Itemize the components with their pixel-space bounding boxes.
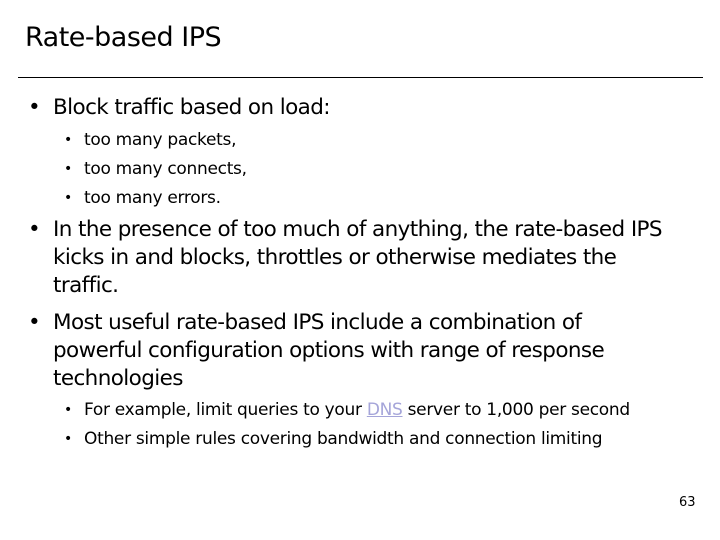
bullet-text: In the presence of too much of anything,… xyxy=(53,217,663,298)
sub-bullet-packets: • too many packets, xyxy=(64,130,236,151)
bullet-icon: • xyxy=(28,217,41,242)
sub-bullet-text: Other simple rules covering bandwidth an… xyxy=(84,429,603,449)
example-text-before: For example, limit queries to your xyxy=(84,400,367,420)
bullet-icon: • xyxy=(28,310,41,335)
bullet-icon: • xyxy=(28,95,41,120)
bullet-icon: • xyxy=(64,190,72,206)
slide-title: Rate-based IPS xyxy=(25,22,222,53)
bullet-icon: • xyxy=(64,402,72,418)
dns-link[interactable]: DNS xyxy=(367,400,403,420)
sub-bullet-example: • For example, limit queries to your DNS… xyxy=(64,400,630,421)
sub-bullet-text: too many packets, xyxy=(84,130,237,150)
bullet-block-traffic: • Block traffic based on load: xyxy=(28,94,331,122)
bullet-text: Block traffic based on load: xyxy=(53,95,331,120)
example-text-after: server to 1,000 per second xyxy=(402,400,631,420)
sub-bullet-other-rules: • Other simple rules covering bandwidth … xyxy=(64,429,603,450)
sub-bullet-text: too many errors. xyxy=(84,188,221,208)
sub-bullet-errors: • too many errors. xyxy=(64,188,221,209)
bullet-icon: • xyxy=(64,161,72,177)
sub-bullet-connects: • too many connects, xyxy=(64,159,247,180)
sub-bullet-text: For example, limit queries to your DNS s… xyxy=(84,400,630,421)
bullet-icon: • xyxy=(64,431,72,447)
page-number: 63 xyxy=(679,495,696,510)
bullet-presence: • In the presence of too much of anythin… xyxy=(28,216,663,300)
sub-bullet-text: too many connects, xyxy=(84,159,247,179)
bullet-text: Most useful rate-based IPS include a com… xyxy=(53,310,605,391)
title-divider xyxy=(18,77,703,78)
bullet-most-useful: • Most useful rate-based IPS include a c… xyxy=(28,309,605,393)
bullet-icon: • xyxy=(64,132,72,148)
